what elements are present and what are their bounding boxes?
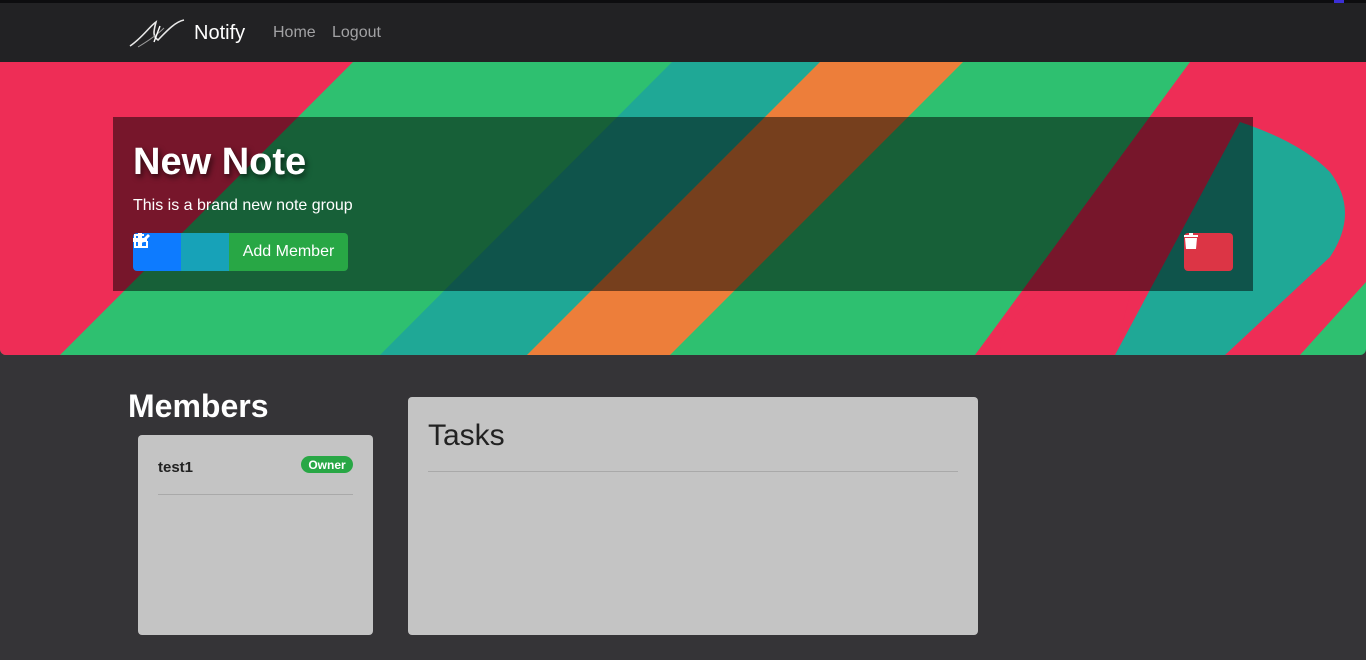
nav-logout-link[interactable]: Logout xyxy=(332,24,381,42)
trash-icon xyxy=(1184,233,1198,249)
navbar: Notify Home Logout xyxy=(0,3,1366,62)
tasks-panel: Tasks xyxy=(408,397,978,635)
note-info-panel: New Note This is a brand new note group … xyxy=(113,117,1253,291)
edit-note-button[interactable] xyxy=(134,233,229,271)
member-card: test1 Owner xyxy=(138,435,373,635)
edit-icon xyxy=(134,234,150,248)
delete-note-button[interactable] xyxy=(1184,233,1233,271)
tasks-title: Tasks xyxy=(428,419,505,452)
note-action-group: Add Member xyxy=(133,233,348,271)
nav-home-link[interactable]: Home xyxy=(273,24,316,42)
members-heading: Members xyxy=(128,388,269,424)
brand-name: Notify xyxy=(194,21,246,44)
note-description: This is a brand new note group xyxy=(133,197,353,214)
brand[interactable]: Notify xyxy=(128,15,245,51)
member-name: test1 xyxy=(158,459,194,476)
notify-logo-icon xyxy=(129,19,185,48)
member-divider xyxy=(158,494,353,495)
add-member-button[interactable]: Add Member xyxy=(229,233,348,271)
owner-badge: Owner xyxy=(301,456,353,473)
note-title: New Note xyxy=(133,141,307,183)
note-header-banner: New Note This is a brand new note group … xyxy=(0,62,1366,355)
tasks-divider xyxy=(428,471,958,472)
